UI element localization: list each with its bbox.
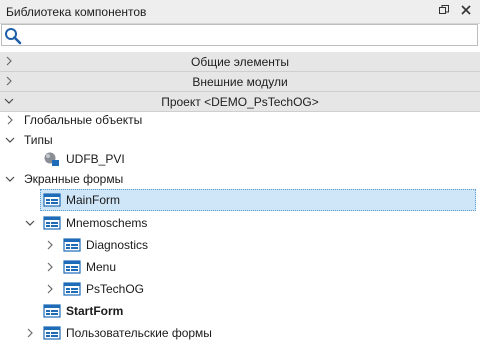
section-common-elements[interactable]: Общие элементы bbox=[0, 52, 480, 72]
tree-item-diagnostics[interactable]: Diagnostics bbox=[0, 234, 480, 256]
chevron-down-icon[interactable] bbox=[5, 174, 15, 184]
chevron-right-icon[interactable] bbox=[45, 284, 55, 294]
form-icon bbox=[43, 192, 61, 208]
tree-item-user-forms[interactable]: Пользовательские формы bbox=[0, 322, 480, 344]
form-icon bbox=[63, 237, 81, 253]
tree-item-label: Menu bbox=[86, 260, 117, 274]
tree-item-startform[interactable]: StartForm bbox=[0, 300, 480, 322]
section-external-modules[interactable]: Внешние модули bbox=[0, 72, 480, 92]
tree-item-label: UDFB_PVI bbox=[66, 152, 125, 166]
section-label: Общие элементы bbox=[191, 55, 289, 69]
form-icon bbox=[43, 325, 61, 341]
tree-item-mainform[interactable]: MainForm bbox=[40, 189, 476, 211]
tree-item-mnemoschems[interactable]: Mnemoschems bbox=[0, 212, 480, 234]
tree-item-udfb-pvi[interactable]: UDFB_PVI bbox=[0, 148, 480, 170]
tree-item-label: Глобальные объекты bbox=[24, 113, 143, 127]
panel-titlebar: Библиотека компонентов bbox=[0, 0, 480, 24]
tree-item-label: StartForm bbox=[66, 304, 124, 318]
tree-item-label: Типы bbox=[24, 133, 53, 147]
form-icon bbox=[43, 303, 61, 319]
chevron-right-icon[interactable] bbox=[5, 115, 15, 125]
tree-item-menu[interactable]: Menu bbox=[0, 256, 480, 278]
chevron-right-icon[interactable] bbox=[45, 262, 55, 272]
search-icon bbox=[5, 28, 22, 45]
tree-item-label: MainForm bbox=[66, 193, 121, 207]
close-icon[interactable] bbox=[459, 4, 473, 18]
tree-item-label: Mnemoschems bbox=[66, 216, 148, 230]
chevron-down-icon[interactable] bbox=[5, 135, 15, 145]
chevron-down-icon[interactable] bbox=[25, 218, 35, 228]
form-icon bbox=[63, 281, 81, 297]
panel-title: Библиотека компонентов bbox=[6, 5, 147, 19]
tree-item-label: Diagnostics bbox=[86, 238, 149, 252]
function-block-icon bbox=[44, 152, 59, 166]
tree-item-global-objects[interactable]: Глобальные объекты bbox=[0, 109, 480, 131]
chevron-right-icon[interactable] bbox=[25, 328, 35, 338]
form-icon bbox=[43, 215, 61, 231]
component-library-panel: Библиотека компонентов Общие элементы Вн… bbox=[0, 0, 480, 344]
chevron-right-icon[interactable] bbox=[45, 240, 55, 250]
tree-item-pstechog[interactable]: PsTechOG bbox=[0, 278, 480, 300]
section-label: Внешние модули bbox=[192, 75, 288, 89]
tree-item-label: PsTechOG bbox=[86, 282, 145, 296]
tree-item-screen-forms[interactable]: Экранные формы bbox=[0, 168, 480, 190]
section-label: Проект <DEMO_PsTechOG> bbox=[161, 95, 319, 109]
pin-icon[interactable] bbox=[437, 4, 451, 18]
search-box[interactable] bbox=[1, 24, 478, 46]
form-icon bbox=[63, 259, 81, 275]
tree-item-label: Пользовательские формы bbox=[66, 326, 212, 340]
tree-item-label: Экранные формы bbox=[24, 172, 124, 186]
search-input[interactable] bbox=[24, 26, 478, 46]
